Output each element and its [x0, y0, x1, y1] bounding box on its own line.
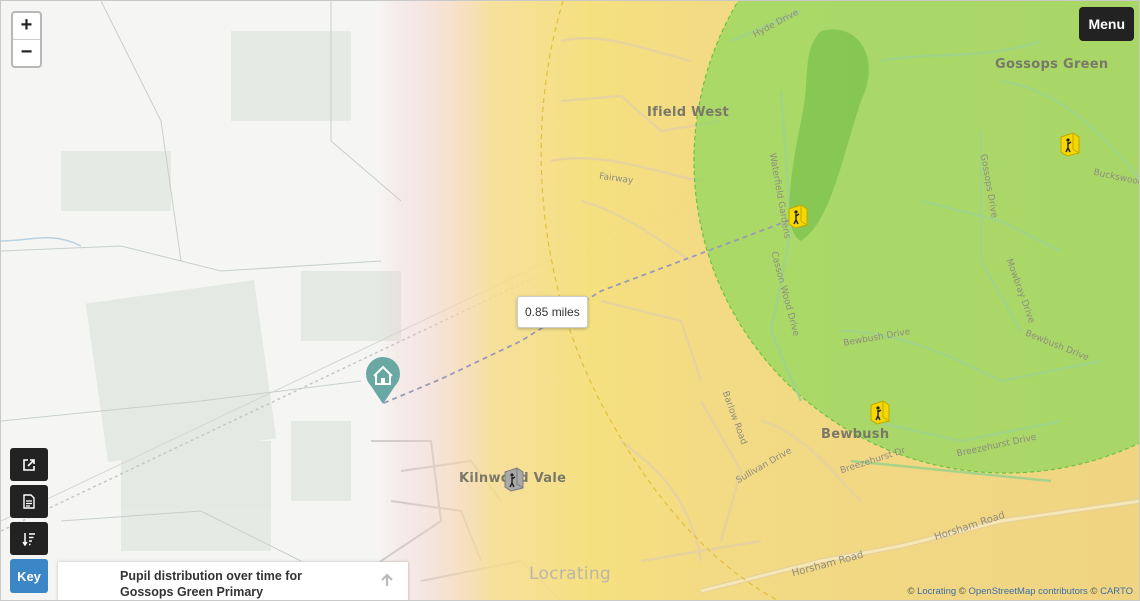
sort-descending-icon [22, 532, 35, 546]
open-external-button[interactable] [10, 448, 48, 481]
arrow-up-icon [381, 573, 393, 586]
expand-panel-button[interactable] [380, 573, 394, 592]
map-watermark: Locrating [529, 564, 611, 584]
pupil-distribution-panel[interactable]: Pupil distribution over time for Gossops… [58, 562, 408, 600]
zoom-in-button[interactable]: + [13, 13, 40, 39]
school-marker-grey[interactable] [503, 466, 525, 492]
panel-title: Pupil distribution over time for Gossops… [120, 569, 302, 599]
school-marker-icon [788, 204, 808, 229]
zoom-out-button[interactable]: − [13, 39, 40, 66]
place-label-bewbush: Bewbush [821, 427, 890, 442]
open-external-icon [23, 458, 35, 471]
distance-tooltip: 0.85 miles [517, 296, 588, 328]
sort-button[interactable] [10, 522, 48, 555]
attribution-carto-link[interactable]: CARTO [1100, 586, 1133, 597]
school-marker-icon [504, 467, 524, 492]
document-icon [23, 494, 35, 509]
attribution-osm-link[interactable]: OpenStreetMap contributors [968, 586, 1087, 597]
home-marker-icon [366, 356, 400, 404]
place-label-ifield-west: Ifield West [647, 105, 729, 120]
key-button[interactable]: Key [10, 559, 48, 593]
school-marker[interactable] [787, 203, 809, 229]
school-marker-icon [870, 400, 890, 425]
place-label-gossops-green: Gossops Green [995, 57, 1109, 72]
map-attribution: © Locrating © OpenStreetMap contributors… [907, 586, 1133, 597]
zoom-control: + − [11, 11, 42, 68]
map[interactable]: Gossops Green Ifield West Bewbush Kilnwo… [0, 0, 1140, 601]
school-marker[interactable] [1059, 131, 1081, 157]
school-marker[interactable] [869, 399, 891, 425]
menu-button[interactable]: Menu [1079, 7, 1134, 41]
home-location-marker[interactable] [365, 356, 401, 406]
document-button[interactable] [10, 485, 48, 518]
attribution-locrating-link[interactable]: Locrating [917, 586, 956, 597]
school-marker-icon [1060, 132, 1080, 157]
